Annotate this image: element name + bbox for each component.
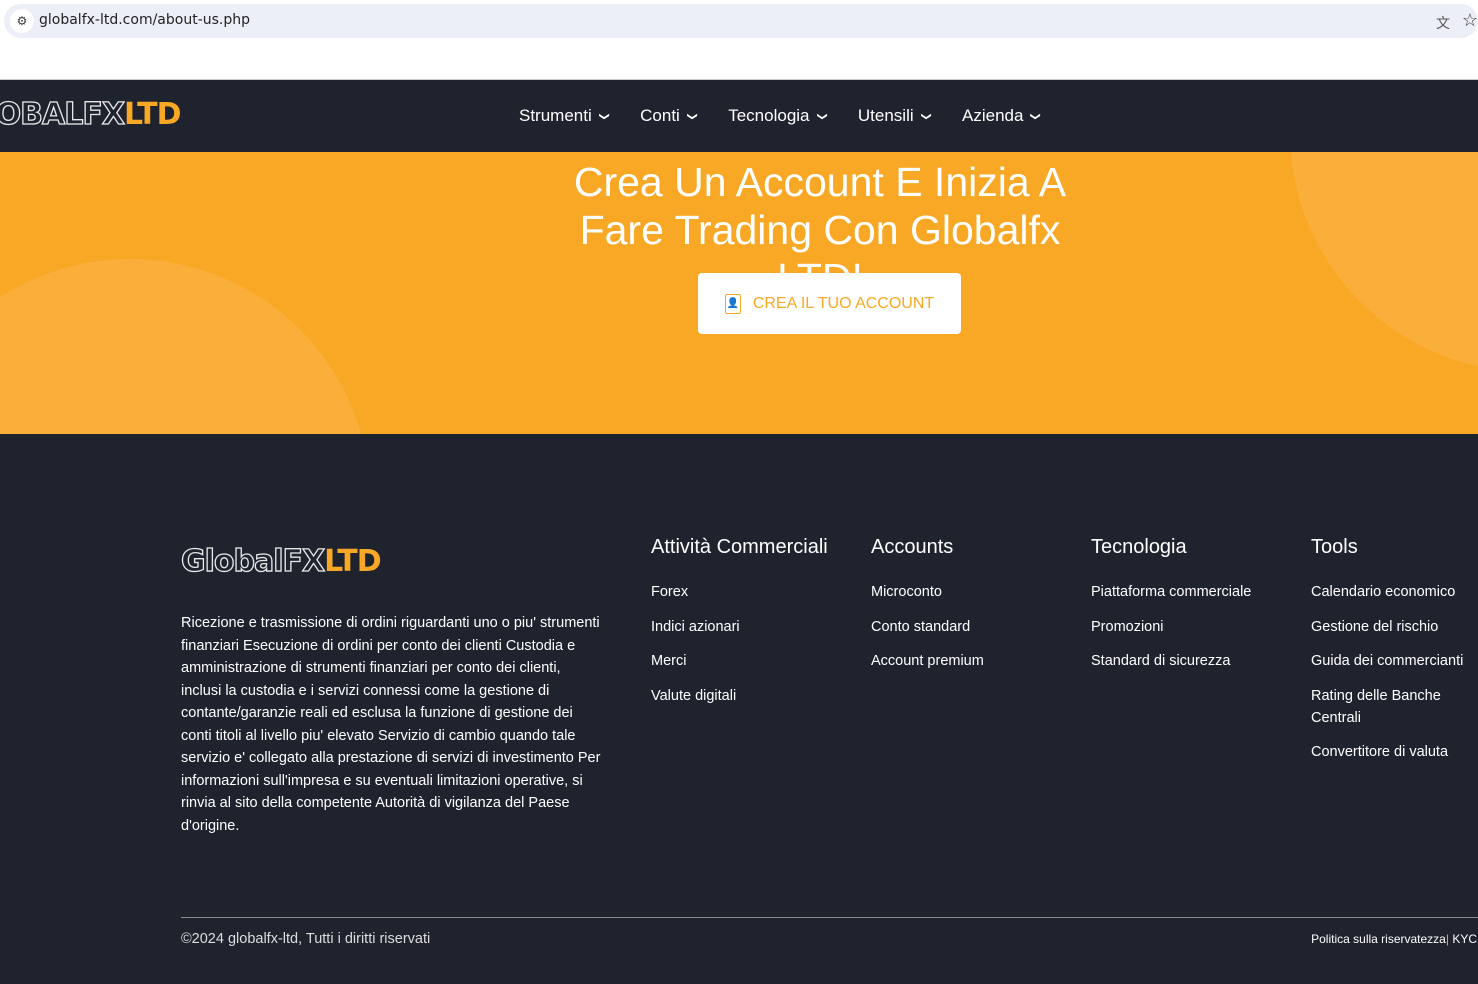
create-account-button[interactable]: 👤 CREA IL TUO ACCOUNT: [698, 273, 961, 334]
company-description: Ricezione e trasmissione di ordini rigua…: [181, 615, 601, 834]
footer-col-tools: Tools Calendario economico Gestione del …: [1311, 535, 1476, 776]
address-bar[interactable]: ⚙ globalfx-ltd.com/about-us.php 文 ☆: [4, 4, 1478, 38]
footer-link[interactable]: Guida dei commercianti: [1311, 650, 1476, 672]
site-logo[interactable]: GLOBALFXLTD: [0, 96, 182, 132]
privacy-link[interactable]: Politica sulla riservatezza: [1311, 932, 1446, 946]
legal-links: Politica sulla riservatezza| KYC: [1311, 932, 1477, 946]
footer-link[interactable]: Calendario economico: [1311, 581, 1476, 603]
footer-col-tecnologia: Tecnologia Piattaforma commerciale Promo…: [1091, 535, 1291, 685]
contact-book-icon: 👤: [724, 293, 741, 314]
copyright: ©2024 globalfx-ltd, Tutti i diritti rise…: [181, 931, 431, 947]
top-nav: GLOBALFXLTD Strumenti❯ Conti❯ Tecnologia…: [0, 79, 1478, 152]
translate-icon[interactable]: 文: [1436, 13, 1450, 33]
footer-link[interactable]: Indici azionari: [651, 616, 831, 638]
kyc-link[interactable]: KYC: [1452, 932, 1477, 946]
chevron-down-icon: ❯: [686, 112, 698, 121]
nav-azienda[interactable]: Azienda ❯: [962, 106, 1042, 126]
footer-link[interactable]: Microconto: [871, 581, 1071, 603]
footer-link[interactable]: Gestione del rischio: [1311, 616, 1476, 638]
site-settings-icon[interactable]: ⚙: [10, 9, 34, 33]
nav-utensili[interactable]: Utensili ❯: [858, 106, 932, 126]
footer-link[interactable]: Promozioni: [1091, 616, 1291, 638]
bookmark-star-icon[interactable]: ☆: [1462, 10, 1478, 31]
chevron-down-icon: ❯: [1030, 112, 1042, 121]
footer-link[interactable]: Merci: [651, 650, 831, 672]
chevron-down-icon: ❯: [920, 112, 932, 121]
footer-col-accounts: Accounts Microconto Conto standard Accou…: [871, 535, 1071, 685]
footer: GlobalFXLTD Ricezione e trasmissione di …: [0, 434, 1478, 984]
footer-link[interactable]: Conto standard: [871, 616, 1071, 638]
nav-conti[interactable]: Conti ❯: [640, 106, 698, 126]
nav-strumenti[interactable]: Strumenti ❯: [519, 106, 610, 126]
footer-divider: [181, 917, 1478, 918]
footer-link[interactable]: Valute digitali: [651, 685, 831, 707]
url-text[interactable]: globalfx-ltd.com/about-us.php: [39, 12, 250, 28]
footer-link[interactable]: Standard di sicurezza: [1091, 650, 1291, 672]
nav-tecnologia[interactable]: Tecnologia ❯: [728, 106, 828, 126]
footer-col-attivita: Attività Commerciali Forex Indici aziona…: [651, 535, 831, 719]
chevron-down-icon: ❯: [816, 112, 828, 121]
footer-link[interactable]: Forex: [651, 581, 831, 603]
chevron-down-icon: ❯: [598, 112, 610, 121]
footer-logo[interactable]: GlobalFXLTD: [180, 543, 381, 579]
footer-link[interactable]: Piattaforma commerciale: [1091, 581, 1291, 603]
footer-link[interactable]: Convertitore di valuta: [1311, 741, 1476, 763]
cta-banner: Crea Un Account E Inizia A Fare Trading …: [0, 152, 1478, 434]
main-menu: Strumenti ❯ Conti ❯ Tecnologia ❯ Utensili ❯ …: [519, 106, 1042, 126]
footer-link[interactable]: Account premium: [871, 650, 1071, 672]
footer-link[interactable]: Rating delle Banche Centrali: [1311, 685, 1476, 729]
